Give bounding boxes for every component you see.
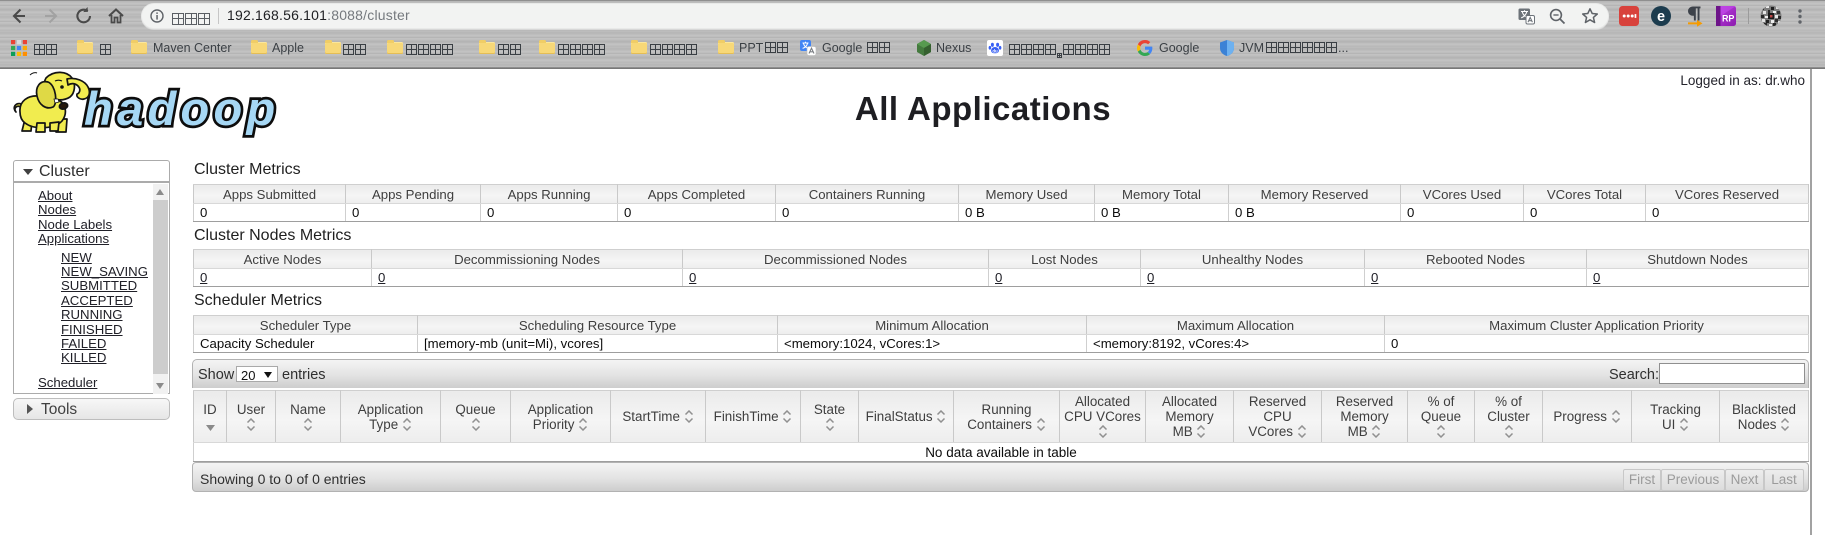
svg-text:du: du	[992, 48, 998, 53]
svg-text:hadoop: hadoop	[84, 82, 280, 135]
svg-text:RP: RP	[1722, 14, 1735, 24]
svg-text:e: e	[1657, 9, 1665, 25]
